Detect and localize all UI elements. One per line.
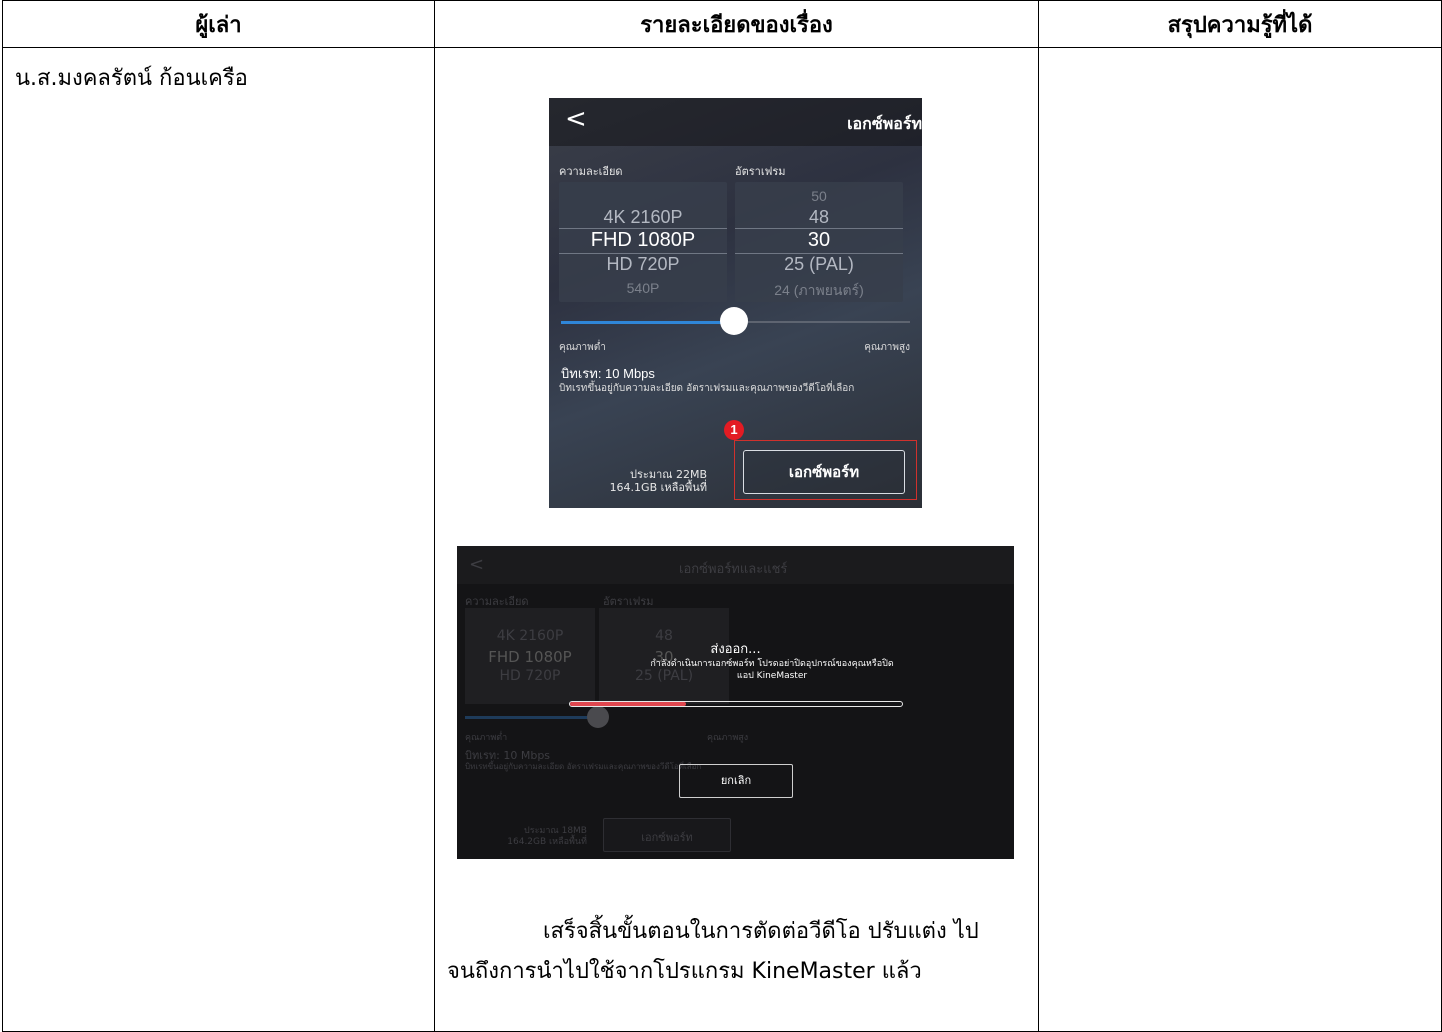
picker-item[interactable]: 24 (ภาพยนตร์)	[735, 280, 903, 302]
back-arrow-icon[interactable]: <	[565, 104, 587, 134]
dimmed-free-space: 164.2GB เหลือพื้นที่	[507, 837, 587, 847]
picker-item[interactable]: 25 (PAL)	[735, 254, 903, 275]
header-summary: สรุปความรู้ที่ได้	[1038, 0, 1442, 48]
narrator-name: น.ส.มงคลรัตน์ ก้อนเครือ	[2, 47, 435, 1032]
content-row: น.ส.มงคลรัตน์ ก้อนเครือ < เอกซ์พอร์ท ควา…	[2, 47, 1442, 1032]
picker-item[interactable]: 48	[735, 207, 903, 228]
bitrate-note: บิทเรทขึ้นอยู่กับความละเอียด อัตราเฟรมแล…	[559, 383, 855, 394]
picker-item[interactable]: HD 720P	[559, 254, 727, 275]
picker-item[interactable]: 540P	[559, 280, 727, 296]
framerate-picker[interactable]: 50 48 30 25 (PAL) 24 (ภาพยนตร์)	[735, 182, 903, 302]
size-estimate: ประมาณ 22MB	[630, 468, 707, 481]
dimmed-quality-high: คุณภาพสูง	[707, 733, 749, 743]
picker-item-selected[interactable]: 30	[735, 229, 903, 252]
quality-slider-rest[interactable]	[735, 321, 910, 323]
story-table: ผู้เล่า รายละเอียดของเรื่อง สรุปความรู้ท…	[2, 0, 1442, 1032]
dimmed-item: HD 720P	[499, 668, 561, 684]
header-narrator: ผู้เล่า	[2, 0, 435, 48]
picker-item[interactable]: 50	[735, 188, 903, 204]
free-space: 164.1GB เหลือพื้นที่	[609, 481, 707, 494]
dialog-title: ส่งออก...	[710, 642, 761, 657]
export-button[interactable]: เอกซ์พอร์ท	[743, 450, 905, 494]
screen-title: เอกซ์พอร์ท	[847, 114, 922, 133]
dimmed-export-button: เอกซ์พอร์ท	[603, 818, 731, 852]
step-badge: 1	[724, 420, 744, 440]
dimmed-slider-track	[465, 716, 597, 719]
dimmed-size: ประมาณ 18MB	[524, 826, 587, 836]
header-row: ผู้เล่า รายละเอียดของเรื่อง สรุปความรู้ท…	[2, 0, 1442, 48]
export-progress-bar	[569, 701, 903, 707]
resolution-picker[interactable]: 4K 2160P FHD 1080P HD 720P 540P	[559, 182, 727, 302]
dimmed-title: เอกซ์พอร์ทและแชร์	[679, 562, 788, 577]
top-bar: < เอกซ์พอร์ท	[549, 98, 922, 146]
export-settings-screenshot: < เอกซ์พอร์ท ความละเอียด อัตราเฟรม 4K 21…	[549, 98, 922, 508]
dimmed-quality-low: คุณภาพต่ำ	[465, 733, 508, 743]
quality-slider-knob[interactable]	[720, 307, 748, 335]
back-arrow-icon: <	[469, 554, 485, 575]
dimmed-slider-knob	[587, 706, 609, 728]
details-cell: < เอกซ์พอร์ท ความละเอียด อัตราเฟรม 4K 21…	[434, 47, 1039, 1032]
header-details: รายละเอียดของเรื่อง	[434, 0, 1039, 48]
dimmed-top-bar: < เอกซ์พอร์ทและแชร์	[457, 546, 1014, 584]
dimmed-export-label: เอกซ์พอร์ท	[641, 831, 693, 844]
progress-fill	[570, 702, 687, 706]
dialog-message: กำลังดำเนินการเอกซ์พอร์ท โปรดอย่าปิดอุปก…	[607, 658, 937, 682]
dimmed-size-info: ประมาณ 18MB 164.2GB เหลือพื้นที่	[487, 826, 587, 848]
dialog-message-line: กำลังดำเนินการเอกซ์พอร์ท โปรดอย่าปิดอุปก…	[650, 659, 894, 669]
quality-slider-track[interactable]	[561, 321, 735, 324]
quality-high-label: คุณภาพสูง	[864, 342, 910, 353]
picker-item-selected[interactable]: FHD 1080P	[559, 229, 727, 252]
summary-line-2: จนถึงการนำไปใช้จากโปรแกรม KineMaster แล้…	[447, 959, 922, 984]
details-content: < เอกซ์พอร์ท ความละเอียด อัตราเฟรม 4K 21…	[435, 48, 1038, 1031]
knowledge-summary-cell	[1038, 47, 1442, 1032]
dialog-message-line: แอป KineMaster	[736, 671, 808, 681]
framerate-label: อัตราเฟรม	[735, 165, 786, 178]
cancel-button[interactable]: ยกเลิก	[679, 764, 793, 798]
quality-low-label: คุณภาพต่ำ	[559, 342, 606, 353]
size-info: ประมาณ 22MB 164.1GB เหลือพื้นที่	[597, 468, 707, 494]
story-summary: เสร็จสิ้นขั้นตอนในการตัดต่อวีดีโอ ปรับแต…	[447, 912, 1047, 992]
exporting-progress-screenshot: < เอกซ์พอร์ทและแชร์ ความละเอียด อัตราเฟร…	[457, 546, 1014, 859]
resolution-label: ความละเอียด	[559, 165, 623, 178]
picker-item[interactable]: 4K 2160P	[559, 207, 727, 228]
summary-line-1: เสร็จสิ้นขั้นตอนในการตัดต่อวีดีโอ ปรับแต…	[543, 919, 979, 944]
dimmed-bitrate-note: บิทเรทขึ้นอยู่กับความละเอียด อัตราเฟรมแล…	[465, 762, 702, 771]
